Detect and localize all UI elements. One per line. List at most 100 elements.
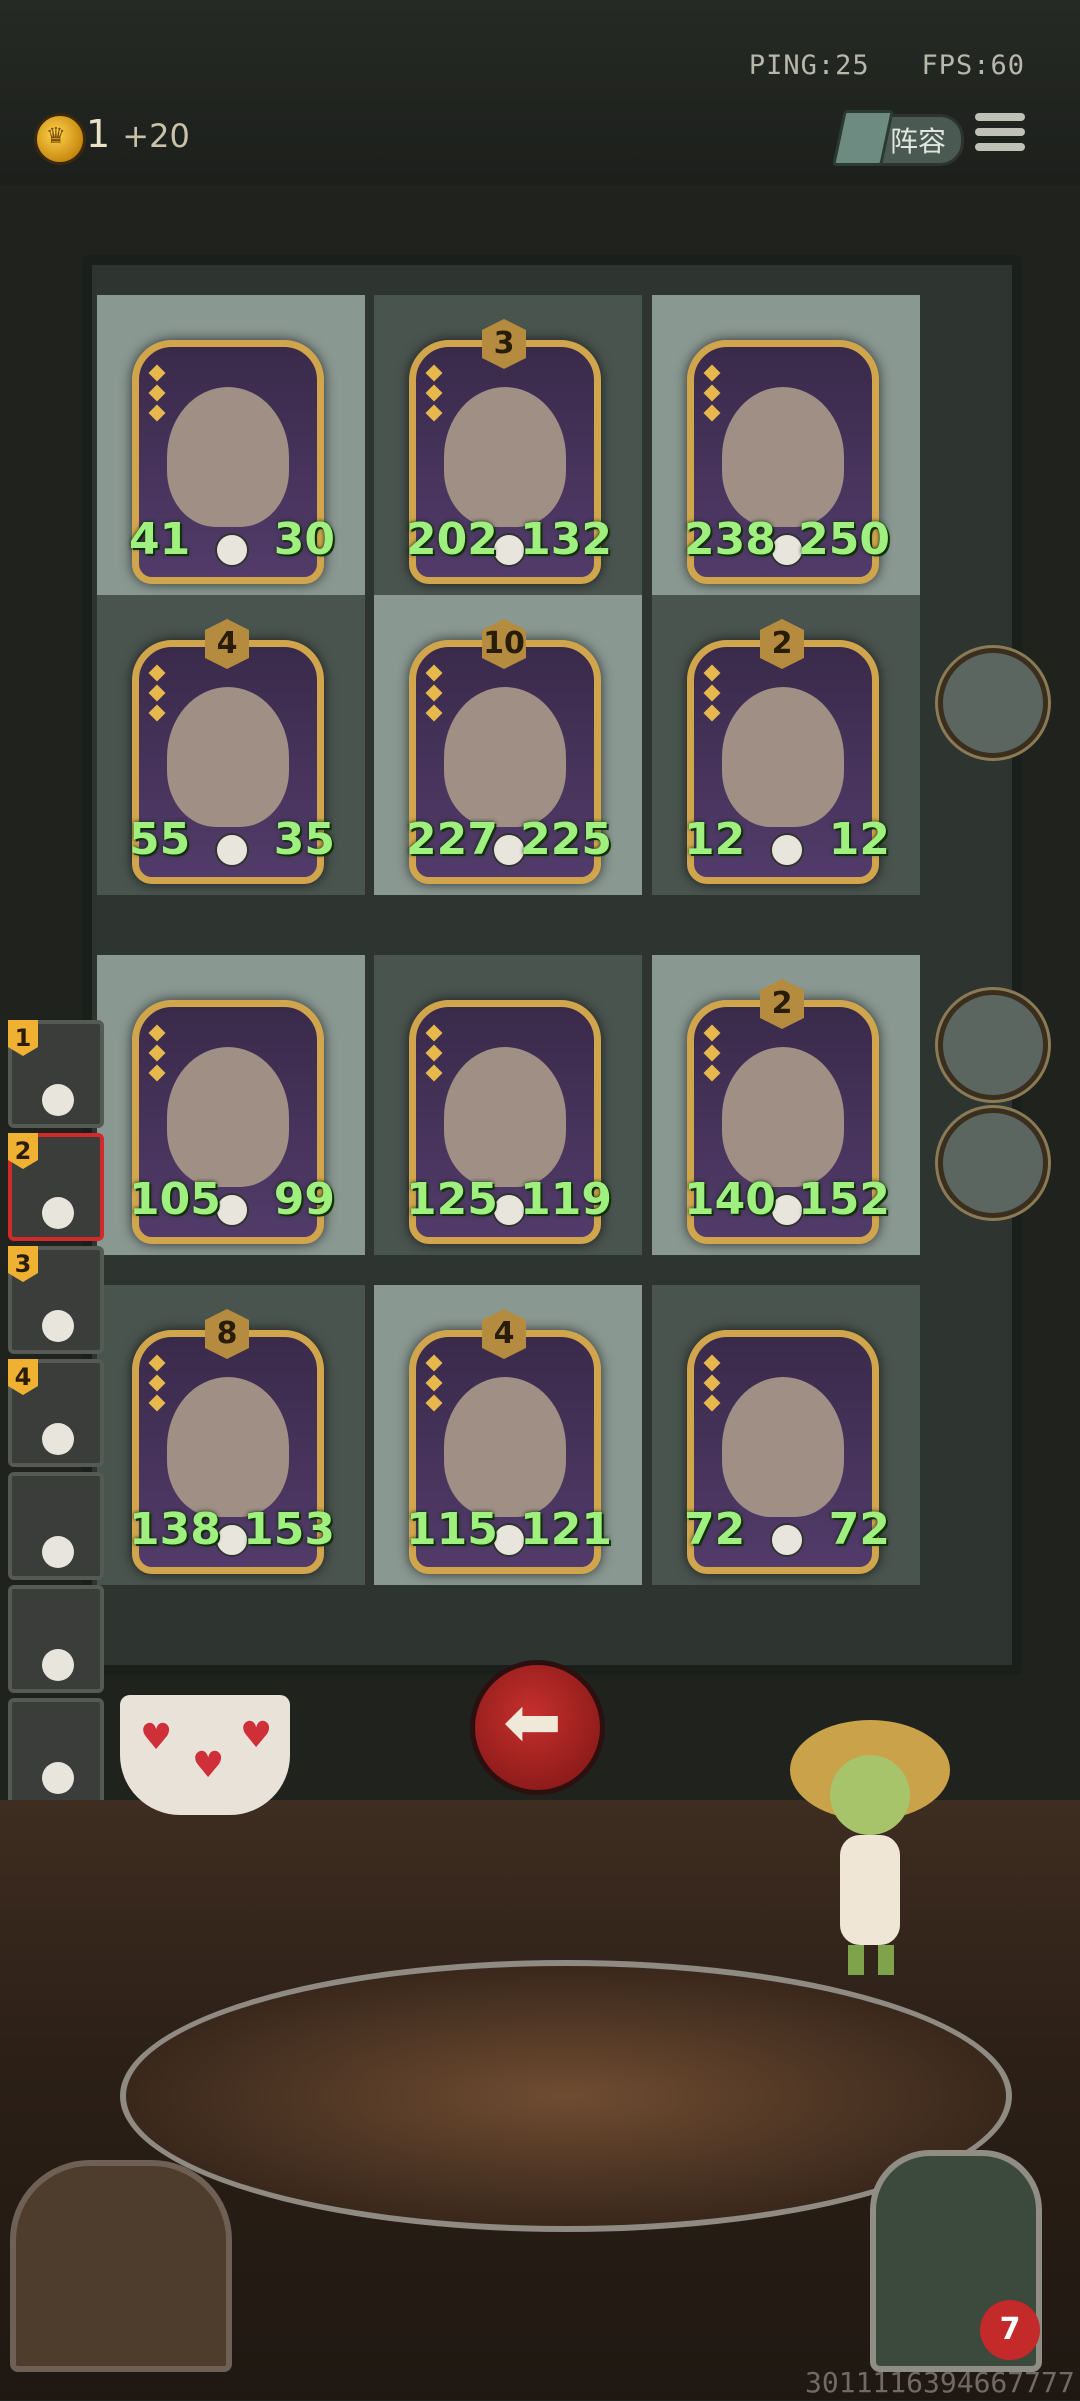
roster-rank-badge: 2 xyxy=(8,1133,38,1169)
unit-portrait xyxy=(444,1047,566,1187)
crown-icon: ♛ xyxy=(46,124,66,149)
unit-health: 121 xyxy=(520,1504,612,1555)
unit-attack: 140 xyxy=(684,1174,776,1225)
unit-attack: 202 xyxy=(406,514,498,565)
roster-opponent[interactable]: 4 xyxy=(8,1359,104,1467)
player-health-badge: 7 xyxy=(980,2300,1040,2360)
unit-portrait xyxy=(722,1047,844,1187)
star-rank-icons xyxy=(425,664,443,727)
unit-health: 152 xyxy=(798,1174,890,1225)
shop-chest-button[interactable] xyxy=(10,2160,232,2372)
unit-health: 153 xyxy=(243,1504,335,1555)
unit-attack: 238 xyxy=(684,514,776,565)
board-slot[interactable]: 125 119 xyxy=(374,955,642,1255)
unit-portrait xyxy=(167,687,289,827)
star-rank-icons xyxy=(425,1354,443,1417)
unit-portrait xyxy=(444,387,566,527)
unit-portrait xyxy=(167,387,289,527)
unit-attack: 72 xyxy=(684,1504,746,1555)
unit-attack: 227 xyxy=(406,814,498,865)
unit-portrait xyxy=(722,1377,844,1517)
board-slot[interactable]: 202 132 3 xyxy=(374,295,642,595)
board-slot[interactable]: 55 35 4 xyxy=(97,595,365,895)
board-slot[interactable]: 41 30 xyxy=(97,295,365,595)
star-rank-icons xyxy=(703,664,721,727)
unit-card[interactable]: 72 72 xyxy=(684,1330,890,1574)
unit-card[interactable]: 41 30 xyxy=(129,340,335,584)
unit-health: 12 xyxy=(828,814,890,865)
lineup-label: 阵容 xyxy=(890,125,947,158)
skull-icon xyxy=(42,1084,74,1116)
skull-icon xyxy=(770,833,804,867)
unit-card[interactable]: 140 152 2 xyxy=(684,979,890,1244)
roster-rank-badge: 1 xyxy=(8,1020,38,1056)
skull-icon xyxy=(42,1197,74,1229)
star-rank-icons xyxy=(148,1024,166,1087)
unit-health: 225 xyxy=(520,814,612,865)
board-slot[interactable]: 105 99 xyxy=(97,955,365,1255)
unit-attack: 55 xyxy=(129,814,191,865)
unit-card[interactable]: 227 225 10 xyxy=(406,619,612,884)
net-status: PING:25 FPS:60 xyxy=(749,50,1025,81)
unit-portrait xyxy=(722,687,844,827)
unit-portrait xyxy=(444,1377,566,1517)
roster-opponent[interactable] xyxy=(8,1698,104,1806)
menu-icon[interactable] xyxy=(975,113,1025,159)
unit-health: 132 xyxy=(520,514,612,565)
knight-unit-button[interactable] xyxy=(938,648,1048,758)
unit-health: 119 xyxy=(520,1174,612,1225)
heart-icon: ♥ xyxy=(192,1745,225,1786)
unit-card[interactable]: 138 153 8 xyxy=(129,1309,335,1574)
skull-icon xyxy=(42,1536,74,1568)
unit-level-badge: 2 xyxy=(760,619,804,669)
unit-level-badge: 10 xyxy=(482,619,526,669)
roster-opponent[interactable]: 1 xyxy=(8,1020,104,1128)
gold-counter: 1 +20 xyxy=(86,112,190,156)
star-rank-icons xyxy=(425,364,443,427)
board-slot[interactable]: 140 152 2 xyxy=(652,955,920,1255)
unit-attack: 12 xyxy=(684,814,746,865)
star-rank-icons xyxy=(703,1024,721,1087)
unit-level-badge: 2 xyxy=(760,979,804,1029)
roster-opponent[interactable] xyxy=(8,1472,104,1580)
gold-gain: +20 xyxy=(122,117,190,155)
unit-card[interactable]: 105 99 xyxy=(129,1000,335,1244)
unit-health: 99 xyxy=(273,1174,335,1225)
star-rank-icons xyxy=(148,1354,166,1417)
unit-card[interactable]: 125 119 xyxy=(406,1000,612,1244)
unit-card[interactable]: 238 250 xyxy=(684,340,890,584)
roster-opponent[interactable]: 3 xyxy=(8,1246,104,1354)
unit-portrait xyxy=(167,1377,289,1517)
unit-health: 35 xyxy=(273,814,335,865)
heart-icon: ♥ xyxy=(140,1717,173,1758)
unit-card[interactable]: 55 35 4 xyxy=(129,619,335,884)
unit-attack: 115 xyxy=(406,1504,498,1555)
item-bar-button[interactable] xyxy=(938,990,1048,1100)
roster-rank-badge: 3 xyxy=(8,1246,38,1282)
board-slot[interactable]: 12 12 2 xyxy=(652,595,920,895)
unit-attack: 105 xyxy=(129,1174,221,1225)
unit-card[interactable]: 202 132 3 xyxy=(406,319,612,584)
unit-level-badge: 4 xyxy=(205,619,249,669)
board-slot[interactable]: 72 72 xyxy=(652,1285,920,1585)
unit-portrait xyxy=(167,1047,289,1187)
unit-level-badge: 3 xyxy=(482,319,526,369)
unit-card[interactable]: 115 121 4 xyxy=(406,1309,612,1574)
board-slot[interactable]: 238 250 xyxy=(652,295,920,595)
board-slot[interactable]: 115 121 4 xyxy=(374,1285,642,1585)
board-slot[interactable]: 227 225 10 xyxy=(374,595,642,895)
skull-icon xyxy=(42,1649,74,1681)
user-id: 3011116394667777 xyxy=(805,2366,1075,2399)
unit-card[interactable]: 12 12 2 xyxy=(684,619,890,884)
unit-attack: 125 xyxy=(406,1174,498,1225)
knight-unit-button-2[interactable] xyxy=(938,1108,1048,1218)
board-slot[interactable]: 138 153 8 xyxy=(97,1285,365,1585)
roster-opponent[interactable]: 2 xyxy=(8,1133,104,1241)
unit-level-badge: 4 xyxy=(482,1309,526,1359)
fps-text: FPS:60 xyxy=(921,50,1025,81)
skull-icon xyxy=(42,1762,74,1794)
roster-opponent[interactable] xyxy=(8,1585,104,1693)
dryad-character xyxy=(790,1720,950,1975)
skull-icon xyxy=(215,533,249,567)
unit-attack: 41 xyxy=(129,514,191,565)
